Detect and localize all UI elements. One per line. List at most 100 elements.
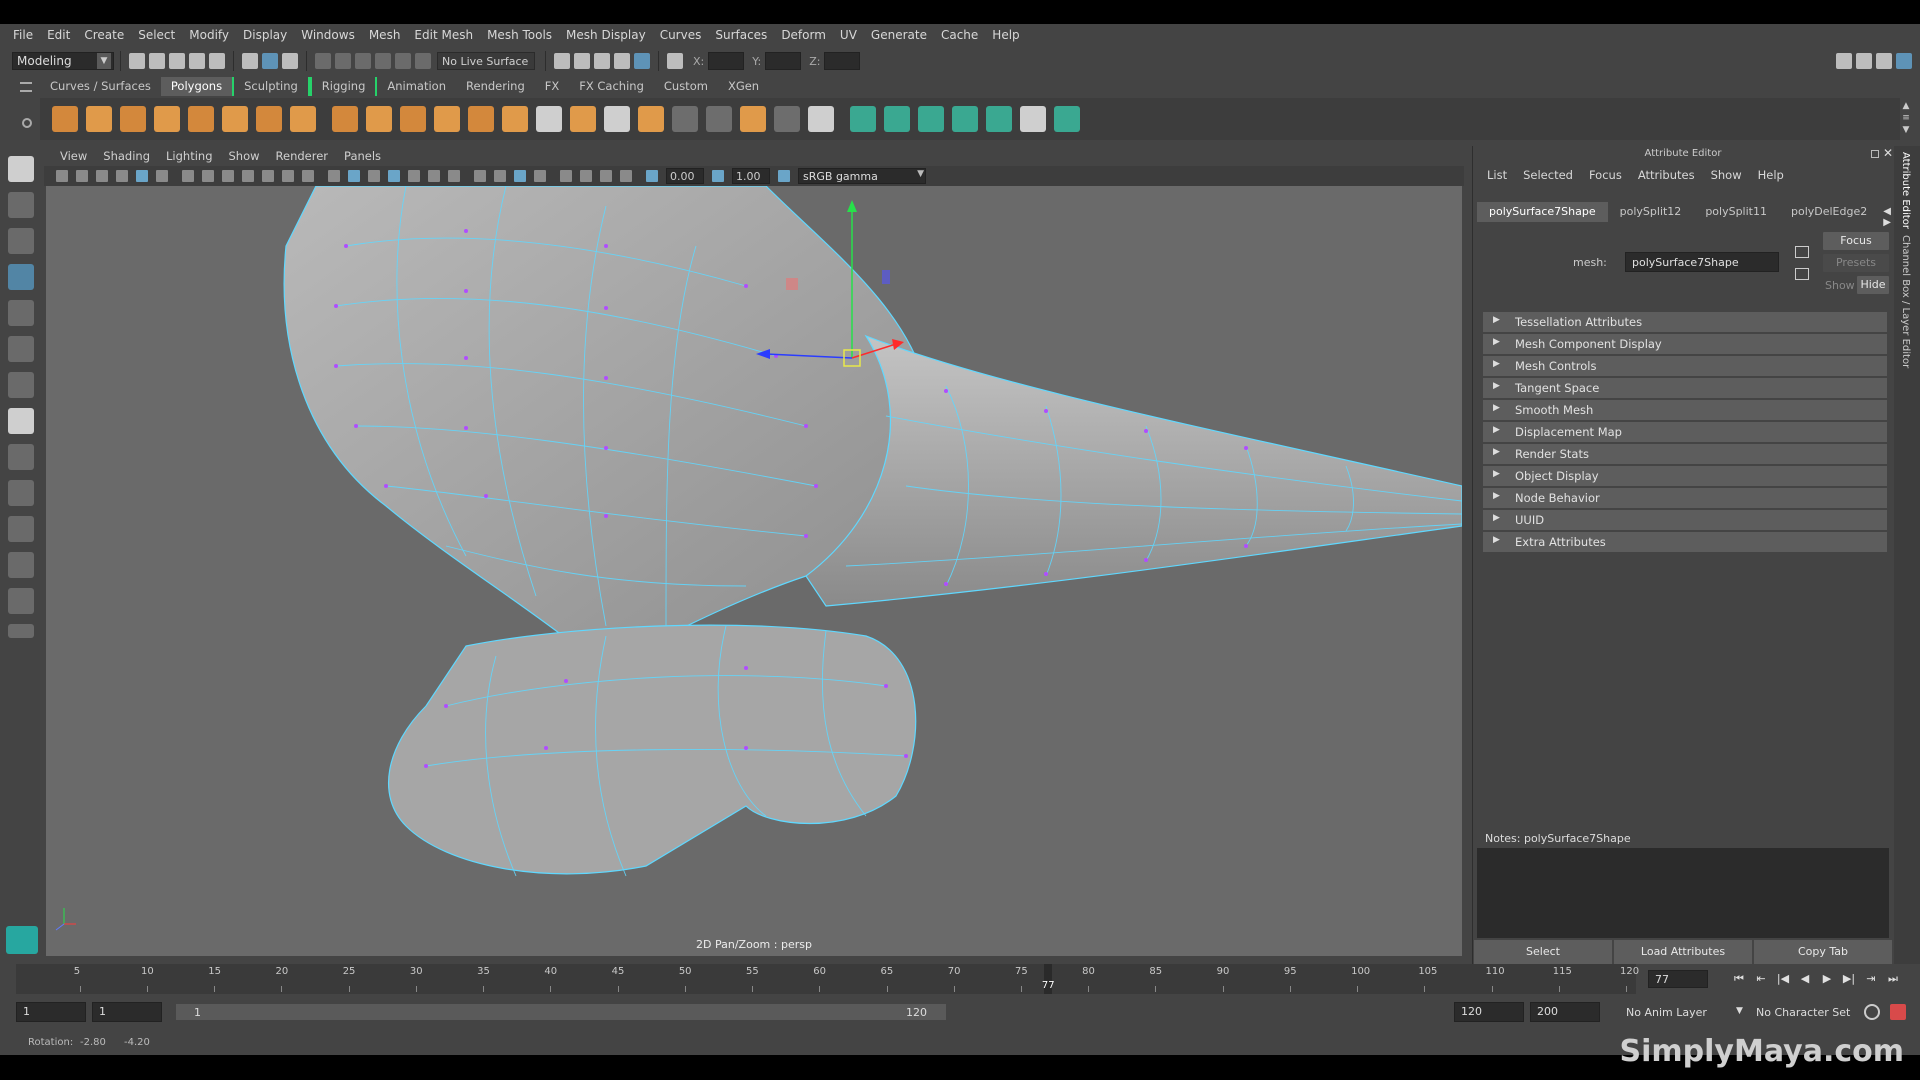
unfold-icon[interactable] [1054,106,1080,132]
paint-select-tool-icon[interactable] [8,228,34,254]
panel-menu-panels[interactable]: Panels [336,149,389,163]
ae-menu-focus[interactable]: Focus [1581,168,1630,186]
tab-channel-box-layer-editor[interactable]: Channel Box / Layer Editor [1900,235,1911,368]
gamma-icon[interactable] [712,170,724,182]
anim-layer-dropdown[interactable]: No Anim Layer [1626,1006,1707,1019]
grid-icon[interactable] [182,170,194,182]
safe-title-icon[interactable] [302,170,314,182]
poly-cylinder-icon[interactable] [120,106,146,132]
tab-custom[interactable]: Custom [654,77,718,96]
fill-hole-icon[interactable] [740,106,766,132]
film-gate-icon[interactable] [202,170,214,182]
tab-rigging[interactable]: Rigging [309,77,378,96]
shadows-icon[interactable] [448,170,460,182]
redo-icon[interactable] [209,53,225,69]
animation-preferences-icon[interactable] [1890,1004,1906,1020]
menu-uv[interactable]: UV [833,28,864,42]
ambient-occlusion-icon[interactable] [474,170,486,182]
section-mesh-controls[interactable]: ▶ Mesh Controls [1483,356,1887,376]
menu-windows[interactable]: Windows [294,28,362,42]
poly-sphere-icon[interactable] [52,106,78,132]
extrude-icon[interactable] [502,106,528,132]
select-tool-icon[interactable] [8,156,34,182]
wireframe-icon[interactable] [328,170,340,182]
ae-menu-selected[interactable]: Selected [1515,168,1581,186]
tab-xgen[interactable]: XGen [718,77,769,96]
uv-editor-icon[interactable] [986,106,1012,132]
xray-active-icon[interactable] [620,170,632,182]
persp-graph-layout-icon[interactable] [8,516,34,542]
menu-file[interactable]: File [6,28,40,42]
grease-pencil-icon[interactable] [156,170,168,182]
z-input[interactable] [824,52,861,70]
exposure-icon[interactable] [646,170,658,182]
tab-attribute-editor[interactable]: Attribute Editor [1900,152,1911,229]
bevel-icon[interactable] [570,106,596,132]
poly-cone-icon[interactable] [154,106,180,132]
play-forwards-button[interactable]: ▶ [1817,970,1837,988]
mesh-name-field[interactable]: polySurface7Shape [1625,252,1779,272]
shelf-menu-icon[interactable] [20,82,32,92]
poly-pipe-icon[interactable] [290,106,316,132]
select-button[interactable]: Select [1474,940,1612,964]
menu-mesh[interactable]: Mesh [362,28,408,42]
time-ruler[interactable]: 5 10 15 20 25 30 35 40 45 50 55 60 65 70 75 80 85 90 95 100… [16,964,1639,994]
hide-button[interactable]: Hide [1857,276,1889,294]
snap-curve-icon[interactable] [335,53,351,69]
isolate-select-icon[interactable] [560,170,572,182]
xray-icon[interactable] [580,170,592,182]
ae-menu-help[interactable]: Help [1750,168,1792,186]
tab-scroll-arrows-icon[interactable]: ◀ ▶ [1879,202,1895,228]
open-scene-icon[interactable] [149,53,165,69]
motion-blur-icon[interactable] [494,170,506,182]
section-mesh-component-display[interactable]: ▶ Mesh Component Display [1483,334,1887,354]
default-material-icon[interactable] [368,170,380,182]
tab-polysplit11[interactable]: polySplit11 [1693,202,1779,222]
go-to-output-icon[interactable] [1795,268,1809,280]
panel-menu-lighting[interactable]: Lighting [158,149,220,163]
camera-attributes-icon[interactable] [76,170,88,182]
step-forward-key-button[interactable]: ⇥ [1861,970,1881,988]
tab-fx[interactable]: FX [535,77,570,96]
bridge-icon[interactable] [604,106,630,132]
tab-polysplit12[interactable]: polySplit12 [1608,202,1694,222]
menu-mesh-display[interactable]: Mesh Display [559,28,653,42]
menu-select[interactable]: Select [131,28,182,42]
gamma-input[interactable]: 1.00 [732,168,770,184]
separate-icon[interactable] [366,106,392,132]
checker-map-icon[interactable] [1020,106,1046,132]
multi-cut-icon[interactable] [536,106,562,132]
depth-of-field-icon[interactable] [534,170,546,182]
transform-input-icon[interactable] [667,53,683,69]
snap-view-plane-icon[interactable] [395,53,411,69]
range-slider[interactable] [176,1004,946,1020]
last-tool-icon[interactable] [8,372,34,398]
persp-uv-layout-icon[interactable] [8,588,34,614]
close-icon[interactable]: ✕ [1883,146,1893,160]
menu-modify[interactable]: Modify [182,28,236,42]
field-chart-icon[interactable] [262,170,274,182]
scale-tool-icon[interactable] [8,336,34,362]
snap-projected-center-icon[interactable] [375,53,391,69]
section-object-display[interactable]: ▶ Object Display [1483,466,1887,486]
playback-start-field[interactable]: 1 [92,1002,162,1022]
play-backwards-button[interactable]: ◀ [1795,970,1815,988]
select-component-icon[interactable] [282,53,298,69]
channel-box-toggle-icon[interactable] [1896,53,1912,69]
textured-icon[interactable] [408,170,420,182]
menu-curves[interactable]: Curves [653,28,709,42]
section-node-behavior[interactable]: ▶ Node Behavior [1483,488,1887,508]
animation-end-field[interactable]: 200 [1530,1002,1600,1022]
section-displacement-map[interactable]: ▶ Displacement Map [1483,422,1887,442]
menu-surfaces[interactable]: Surfaces [708,28,774,42]
menu-generate[interactable]: Generate [864,28,934,42]
menu-mesh-tools[interactable]: Mesh Tools [480,28,559,42]
y-input[interactable] [765,52,802,70]
current-frame-marker[interactable]: 77 [1042,964,1055,994]
menu-edit[interactable]: Edit [40,28,77,42]
section-smooth-mesh[interactable]: ▶ Smooth Mesh [1483,400,1887,420]
poly-torus-icon[interactable] [222,106,248,132]
render-current-frame-icon[interactable] [574,53,590,69]
go-to-end-button[interactable]: ⏭ [1883,970,1903,988]
shelf-scroll-arrows[interactable]: ▲ ≡ ▼ [1900,100,1912,138]
